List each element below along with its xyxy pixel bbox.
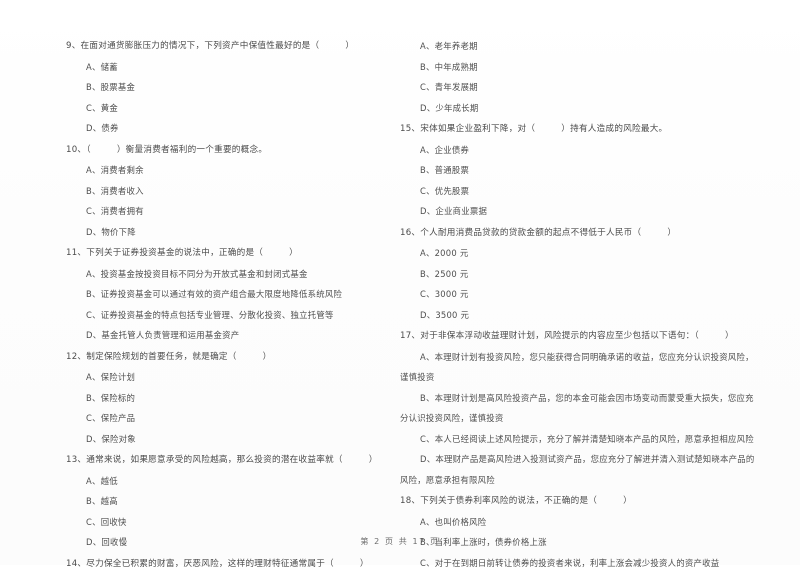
option-line-2: 谨慎投资	[400, 372, 435, 382]
option-b: B、证券投资基金可以通过有效的资产组合最大限度地降低系统风险	[86, 289, 343, 299]
question-stem: 13、通常来说，如果愿意承受的风险越高，那么投资的潜在收益率就（）	[66, 455, 378, 465]
question-stem: 17、对于非保本浮动收益理财计划，风险提示的内容应至少包括以下语句：（）	[400, 331, 734, 341]
option-c: C、黄金	[86, 102, 118, 113]
option-d: D、保险对象	[86, 433, 136, 444]
option-c: C、证券投资基金的特点包括专业管理、分散化投资、独立托管等	[86, 309, 334, 320]
option-c: C、回收快	[86, 516, 127, 527]
option-b: B、越高	[86, 496, 118, 506]
option-c: C、优先股票	[420, 185, 470, 196]
page-footer: 第 2 页 共 17 页	[360, 537, 440, 546]
right-column: A、老年养老期 B、中年成熟期 C、青年发展期 D、少年成长期 15、宋体如果企…	[400, 36, 800, 575]
option-line-1: B、本理财计划是高风险投资产品，您的本金可能会因市场变动而蒙受重大损失，您应充	[420, 392, 754, 403]
option-d: D、3500 元	[420, 309, 470, 320]
left-column: 9、在面对通货膨胀压力的情况下，下列资产中保值性最好的是（） A、储蓄 B、股票…	[0, 36, 400, 575]
question-15: 15、宋体如果企业盈利下降，对（ ）持有人造成的风险最大。 A、企业债券 B、普通…	[400, 119, 794, 222]
option-b: B、普通股票	[420, 165, 470, 175]
option-line-1: D、本理财产品是高风险进入投测试资产品，您应充分了解进并清入测试楚知晓本产品的	[420, 454, 755, 464]
question-11: 11、下列关于证券投资基金的说法中，正确的是（） A、投资基金按投资目标不同分为…	[66, 243, 392, 346]
question-stem: 9、在面对通货膨胀压力的情况下，下列资产中保值性最好的是（）	[66, 41, 355, 51]
question-stem: 18、下列关于债券利率风险的说法，不正确的是（）	[400, 496, 633, 506]
question-stem: 10、（ ）衡量消费者福利的一个重要的概念。	[66, 144, 268, 155]
option-d: D、债券	[86, 123, 119, 133]
option-d: D、基金托管人负责管理和运用基金资产	[86, 330, 240, 340]
option-d: D、少年成长期	[420, 102, 479, 113]
option-a: A、2000 元	[420, 248, 469, 258]
option-c: C、保险产品	[86, 413, 136, 423]
option-a: A、企业债券	[420, 144, 470, 155]
two-column-body: 9、在面对通货膨胀压力的情况下，下列资产中保值性最好的是（） A、储蓄 B、股票…	[0, 36, 800, 575]
question-17: 17、对于非保本浮动收益理财计划，风险提示的内容应至少包括以下语句：（） A、本…	[400, 326, 794, 490]
option-a: A、越低	[86, 475, 118, 486]
option-a: A、投资基金按投资目标不同分为开放式基金和封闭式基金	[86, 268, 308, 279]
option-line-1: A、本理财计划有投资风险，您只能获得合同明确承诺的收益，您应充分认识投资风险，	[420, 351, 754, 362]
document-page: 9、在面对通货膨胀压力的情况下，下列资产中保值性最好的是（） A、储蓄 B、股票…	[0, 0, 800, 569]
question-stem: 14、尽力保全已积累的财富，厌恶风险，这样的理财特征通常属于（）	[66, 558, 369, 569]
question-18: 18、下列关于债券利率风险的说法，不正确的是（） A、也叫价格风险 B、当利率上…	[400, 491, 794, 573]
option-line-1: C、本人已经阅读上述风险提示，充分了解并清楚知晓本产品的风险，愿意承担相应风险	[420, 433, 754, 444]
option-c: C、3000 元	[420, 289, 469, 299]
option-b: B、2500 元	[420, 268, 469, 279]
option-b: B、中年成熟期	[420, 61, 478, 72]
option-c: C、本人已经阅读上述风险提示，充分了解并清楚知晓本产品的风险，愿意承担相应风险	[400, 429, 794, 450]
continued-options-question-14: A、老年养老期 B、中年成熟期 C、青年发展期 D、少年成长期	[400, 36, 794, 118]
option-b: B、消费者收入	[86, 185, 144, 196]
option-c: C、青年发展期	[420, 82, 478, 92]
option-b: B、本理财计划是高风险投资产品，您的本金可能会因市场变动而蒙受重大损失，您应充 …	[400, 388, 794, 429]
question-stem: 11、下列关于证券投资基金的说法中，正确的是（）	[66, 248, 299, 258]
option-c: C、消费者拥有	[86, 206, 144, 216]
option-a: A、老年养老期	[420, 41, 478, 51]
question-stem: 15、宋体如果企业盈利下降，对（ ）持有人造成的风险最大。	[400, 124, 668, 134]
question-16: 16、个人耐用消费品贷款的贷款金额的起点不得低于人民币（） A、2000 元 B…	[400, 223, 794, 326]
question-10: 10、（ ）衡量消费者福利的一个重要的概念。 A、消费者剩余 B、消费者收入 C、…	[66, 140, 392, 243]
question-stem: 12、制定保险规划的首要任务，就是确定（）	[66, 351, 272, 362]
option-a: A、储蓄	[86, 61, 118, 72]
question-14: 14、尽力保全已积累的财富，厌恶风险，这样的理财特征通常属于（）	[66, 554, 392, 575]
option-d: D、企业商业票据	[420, 206, 488, 216]
option-line-2: 风险，愿意承担有限风险	[400, 474, 495, 485]
option-a: A、也叫价格风险	[420, 516, 487, 527]
option-line-2: 分认识投资风险，谨慎投资	[400, 413, 504, 423]
option-d: D、本理财产品是高风险进入投测试资产品，您应充分了解进并清入测试楚知晓本产品的 …	[400, 449, 794, 490]
question-stem: 16、个人耐用消费品贷款的贷款金额的起点不得低于人民币（）	[400, 227, 677, 238]
option-b: B、股票基金	[86, 82, 136, 92]
question-12: 12、制定保险规划的首要任务，就是确定（） A、保险计划 B、保险标的 C、保险…	[66, 347, 392, 450]
option-a: A、本理财计划有投资风险，您只能获得合同明确承诺的收益，您应充分认识投资风险， …	[400, 347, 794, 388]
question-9: 9、在面对通货膨胀压力的情况下，下列资产中保值性最好的是（） A、储蓄 B、股票…	[66, 36, 392, 139]
option-a: A、消费者剩余	[86, 165, 144, 175]
option-c: C、对于在到期日前转让债券的投资者来说，利率上涨会减少投资人的资产收益	[420, 557, 720, 568]
option-b: B、保险标的	[86, 392, 136, 403]
option-a: A、保险计划	[86, 372, 136, 382]
option-d: D、物价下降	[86, 226, 136, 237]
